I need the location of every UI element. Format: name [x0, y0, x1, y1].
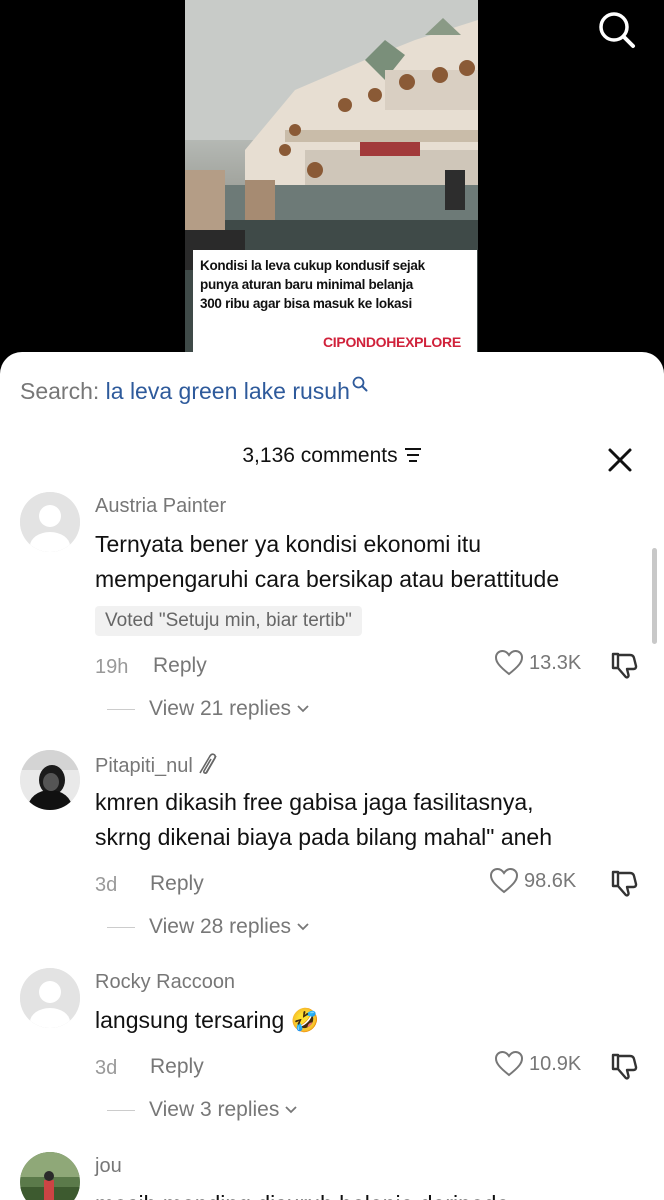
like-count: 13.3K — [529, 651, 582, 674]
view-replies-button[interactable]: View 3 replies — [107, 1098, 299, 1122]
chevron-down-icon — [285, 1106, 297, 1114]
brand-watermark: CIPONDOHEXPLORE — [323, 334, 461, 350]
like-button[interactable]: 13.3K — [495, 650, 581, 676]
like-button[interactable]: 98.6K — [490, 868, 576, 894]
search-suggestion[interactable]: Search: la leva green lake rusuh — [20, 376, 368, 405]
scrollbar[interactable] — [652, 548, 657, 644]
comment-username[interactable]: jou — [95, 1155, 122, 1178]
divider — [107, 926, 135, 928]
vote-badge: Voted "Setuju min, biar tertib" — [95, 606, 362, 636]
like-count: 98.6K — [524, 869, 577, 892]
avatar[interactable] — [20, 968, 80, 1028]
default-avatar-icon — [20, 492, 80, 552]
heart-icon — [490, 868, 518, 894]
heart-icon — [495, 650, 523, 676]
comment-text-line: langsung tersaring 🤣 — [95, 1007, 320, 1033]
reply-button[interactable]: Reply — [150, 1055, 204, 1079]
caption-line: punya aturan baru minimal belanja — [200, 277, 413, 292]
dislike-icon[interactable] — [609, 1051, 639, 1081]
view-replies-label: View 3 replies — [149, 1098, 280, 1121]
view-replies-label: View 21 replies — [149, 697, 292, 720]
comment-text-line: Ternyata bener ya kondisi ekonomi itu — [95, 531, 482, 557]
search-label: Search: — [20, 378, 100, 404]
comment-time: 3d — [95, 874, 118, 896]
avatar[interactable] — [20, 492, 80, 552]
reply-button[interactable]: Reply — [153, 654, 207, 678]
comments-count: 3,136 comments — [242, 444, 398, 467]
like-count: 10.9K — [529, 1052, 582, 1075]
chevron-down-icon — [297, 923, 309, 931]
dislike-icon[interactable] — [609, 650, 639, 680]
comment-username[interactable]: Pitapiti_nul — [95, 753, 221, 778]
paperclip-icon — [199, 753, 217, 774]
comment-text-line: kmren dikasih free gabisa jaga fasilitas… — [95, 789, 534, 815]
like-button[interactable]: 10.9K — [495, 1051, 581, 1077]
filter-icon[interactable] — [404, 447, 422, 463]
search-icon[interactable] — [597, 10, 637, 50]
comment-time: 3d — [95, 1057, 118, 1079]
chevron-down-icon — [297, 705, 309, 713]
comment-text-line: masih mending disuruh belanja daripada — [95, 1186, 509, 1200]
caption-line: Kondisi la leva cukup kondusif sejak — [200, 258, 425, 273]
comment-text-line: skrng dikenai biaya pada bilang mahal" a… — [95, 824, 552, 850]
heart-icon — [495, 1051, 523, 1077]
comment-username[interactable]: Austria Painter — [95, 495, 226, 518]
user-photo-avatar — [20, 750, 80, 810]
comment-username-text: Pitapiti_nul — [95, 755, 193, 777]
caption-line: 300 ribu agar bisa masuk ke lokasi — [200, 296, 412, 311]
user-photo-avatar — [20, 1152, 80, 1200]
video-player[interactable]: Kondisi la leva cukup kondusif sejak pun… — [0, 0, 664, 370]
view-replies-button[interactable]: View 21 replies — [107, 697, 311, 721]
dislike-icon[interactable] — [609, 868, 639, 898]
divider — [107, 708, 135, 710]
avatar[interactable] — [20, 1152, 80, 1200]
view-replies-button[interactable]: View 28 replies — [107, 915, 311, 939]
divider — [107, 1109, 135, 1111]
comment-time: 19h — [95, 656, 129, 678]
reply-button[interactable]: Reply — [150, 872, 204, 896]
comments-sheet: Search: la leva green lake rusuh 3,136 c… — [0, 352, 664, 1200]
close-icon[interactable] — [606, 446, 634, 474]
default-avatar-icon — [20, 968, 80, 1028]
view-replies-label: View 28 replies — [149, 915, 292, 938]
search-term[interactable]: la leva green lake rusuh — [106, 378, 350, 404]
comment-username[interactable]: Rocky Raccoon — [95, 971, 235, 994]
comment-text-line: mempengaruhi cara bersikap atau berattit… — [95, 566, 560, 592]
search-icon — [352, 376, 368, 392]
comments-header: 3,136 comments — [0, 444, 664, 468]
avatar[interactable] — [20, 750, 80, 810]
